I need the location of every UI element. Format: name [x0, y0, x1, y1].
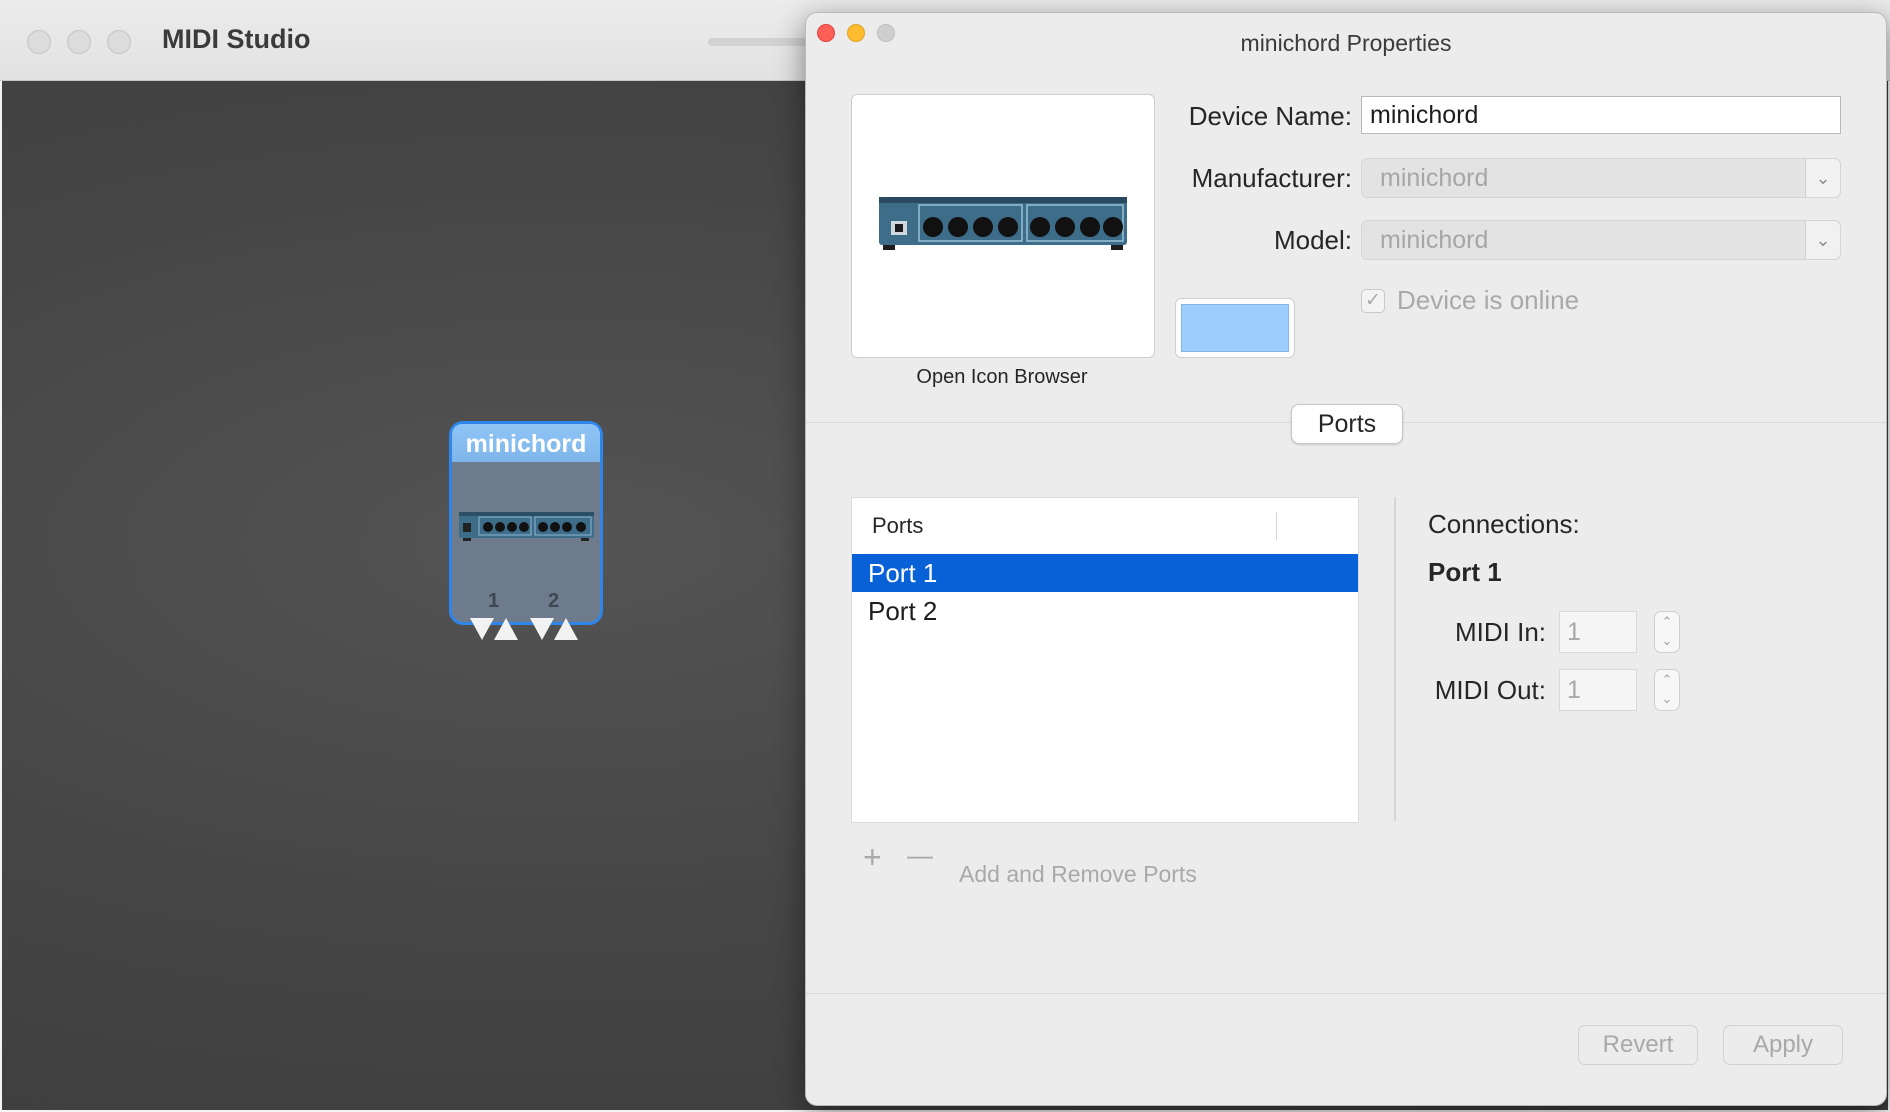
table-row[interactable]: Port 1 [852, 554, 1358, 592]
midi-out-field[interactable]: 1 [1559, 669, 1637, 711]
color-swatch [1181, 304, 1289, 352]
manufacturer-combo[interactable]: minichord ⌄ [1361, 158, 1841, 198]
manufacturer-label: Manufacturer: [1191, 163, 1352, 193]
chevron-up-icon[interactable]: ⌃ [1655, 670, 1679, 689]
window-title: MIDI Studio [162, 24, 311, 54]
device-name-field[interactable]: minichord [1361, 96, 1841, 134]
midi-out-stepper[interactable]: ⌃ ⌄ [1654, 669, 1680, 711]
port-1-out-connector-icon[interactable] [494, 618, 518, 640]
midi-interface-icon [459, 512, 594, 541]
open-icon-browser-caption[interactable]: Open Icon Browser [851, 366, 1153, 389]
model-label: Model: [1273, 225, 1352, 255]
table-header: Ports [852, 498, 1358, 555]
device-online-checkbox[interactable]: ✓ [1361, 289, 1385, 313]
revert-button[interactable]: Revert [1578, 1025, 1698, 1065]
chevron-down-icon[interactable]: ⌄ [1655, 689, 1679, 708]
ports-table[interactable]: Ports Port 1 Port 2 [851, 497, 1359, 823]
midi-interface-icon [879, 197, 1127, 250]
connections-port-name: Port 1 [1428, 557, 1502, 587]
add-port-button[interactable]: + [863, 841, 882, 873]
chevron-down-icon[interactable]: ⌄ [1805, 159, 1840, 197]
manufacturer-value: minichord [1380, 164, 1489, 192]
device-online-label: Device is online [1397, 285, 1580, 315]
close-button[interactable] [27, 30, 51, 54]
minimize-button[interactable] [67, 30, 91, 54]
ports-section-button[interactable]: Ports [1291, 404, 1403, 444]
checkmark-icon: ✓ [1365, 290, 1381, 311]
panel-title: minichord Properties [1240, 30, 1452, 56]
model-value: minichord [1380, 226, 1489, 254]
vertical-divider [1394, 497, 1396, 821]
model-combo[interactable]: minichord ⌄ [1361, 220, 1841, 260]
node-port-1-label: 1 [488, 590, 500, 612]
add-remove-ports-label: Add and Remove Ports [959, 861, 1197, 887]
midi-in-field[interactable]: 1 [1559, 611, 1637, 653]
midi-out-label: MIDI Out: [1434, 675, 1546, 705]
connections-heading: Connections: [1428, 509, 1580, 539]
port-2-in-connector-icon[interactable] [530, 618, 554, 640]
midi-in-stepper[interactable]: ⌃ ⌄ [1654, 611, 1680, 653]
device-color-well[interactable] [1175, 298, 1295, 358]
remove-port-button[interactable]: — [907, 839, 933, 871]
port-2-out-connector-icon[interactable] [554, 618, 578, 640]
device-node[interactable]: minichord 1 2 [449, 421, 603, 640]
port-1-in-connector-icon[interactable] [470, 618, 494, 640]
properties-window: minichord Properties Open Icon Browser D… [805, 12, 1887, 1106]
zoom-button[interactable] [107, 30, 131, 54]
apply-button[interactable]: Apply [1723, 1025, 1843, 1065]
node-port-2-label: 2 [548, 590, 560, 612]
chevron-down-icon[interactable]: ⌄ [1655, 631, 1679, 650]
column-separator[interactable] [1276, 512, 1277, 540]
ports-column-header[interactable]: Ports [852, 513, 923, 538]
midi-in-label: MIDI In: [1454, 617, 1546, 647]
chevron-up-icon[interactable]: ⌃ [1655, 612, 1679, 631]
table-row[interactable]: Port 2 [852, 592, 1358, 630]
device-icon-well[interactable] [851, 94, 1155, 358]
device-node-name: minichord [452, 424, 600, 462]
chevron-down-icon[interactable]: ⌄ [1805, 221, 1840, 259]
footer-divider [806, 993, 1886, 994]
device-name-label: Device Name: [1188, 101, 1352, 131]
